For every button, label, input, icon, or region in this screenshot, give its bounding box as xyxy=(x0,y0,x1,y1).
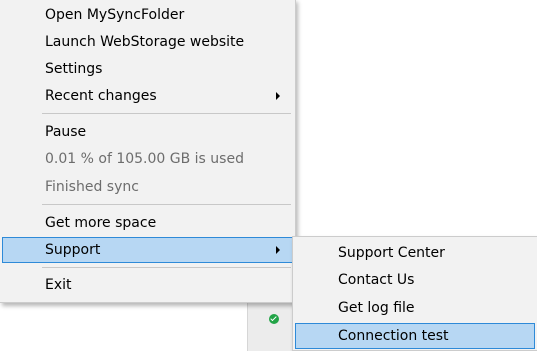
menu-item-label: Settings xyxy=(45,61,103,77)
screen: Open MySyncFolder Launch WebStorage webs… xyxy=(0,0,537,351)
support-center-item[interactable]: Support Center xyxy=(295,240,535,266)
menu-item-label: Connection test xyxy=(338,328,449,344)
menu-separator xyxy=(42,267,291,268)
menu-item-label: Get log file xyxy=(338,300,415,316)
sync-status-item: Finished sync xyxy=(2,174,293,200)
menu-item-label: Support Center xyxy=(338,245,445,261)
menu-item-label: Contact Us xyxy=(338,272,415,288)
sync-ok-check-icon[interactable] xyxy=(269,314,279,324)
usage-status-item: 0.01 % of 105.00 GB is used xyxy=(2,146,293,172)
sync-status-text: Finished sync xyxy=(45,179,139,195)
settings-item[interactable]: Settings xyxy=(2,56,293,82)
recent-changes-item[interactable]: Recent changes xyxy=(2,83,293,109)
context-menu: Open MySyncFolder Launch WebStorage webs… xyxy=(0,0,296,303)
taskbar-tray xyxy=(247,298,298,351)
menu-item-label: Support xyxy=(45,242,101,258)
menu-item-label: Exit xyxy=(45,277,72,293)
menu-item-label: Get more space xyxy=(45,215,157,231)
contact-us-item[interactable]: Contact Us xyxy=(295,267,535,293)
open-mysyncfolder-item[interactable]: Open MySyncFolder xyxy=(2,2,293,28)
pause-item[interactable]: Pause xyxy=(2,119,293,145)
support-item[interactable]: Support xyxy=(2,237,293,263)
menu-item-label: Launch WebStorage website xyxy=(45,34,245,50)
menu-item-label: Open MySyncFolder xyxy=(45,7,185,23)
usage-status-text: 0.01 % of 105.00 GB is used xyxy=(45,151,244,167)
menu-item-label: Recent changes xyxy=(45,88,157,104)
submenu-arrow-icon xyxy=(276,92,280,100)
connection-test-item[interactable]: Connection test xyxy=(295,323,535,349)
submenu-arrow-icon xyxy=(276,246,280,254)
menu-separator xyxy=(42,113,291,114)
support-submenu: Support Center Contact Us Get log file C… xyxy=(292,236,537,351)
get-more-space-item[interactable]: Get more space xyxy=(2,210,293,236)
menu-separator xyxy=(42,204,291,205)
launch-website-item[interactable]: Launch WebStorage website xyxy=(2,29,293,55)
get-log-file-item[interactable]: Get log file xyxy=(295,295,535,321)
menu-item-label: Pause xyxy=(45,124,87,140)
exit-item[interactable]: Exit xyxy=(2,272,293,298)
